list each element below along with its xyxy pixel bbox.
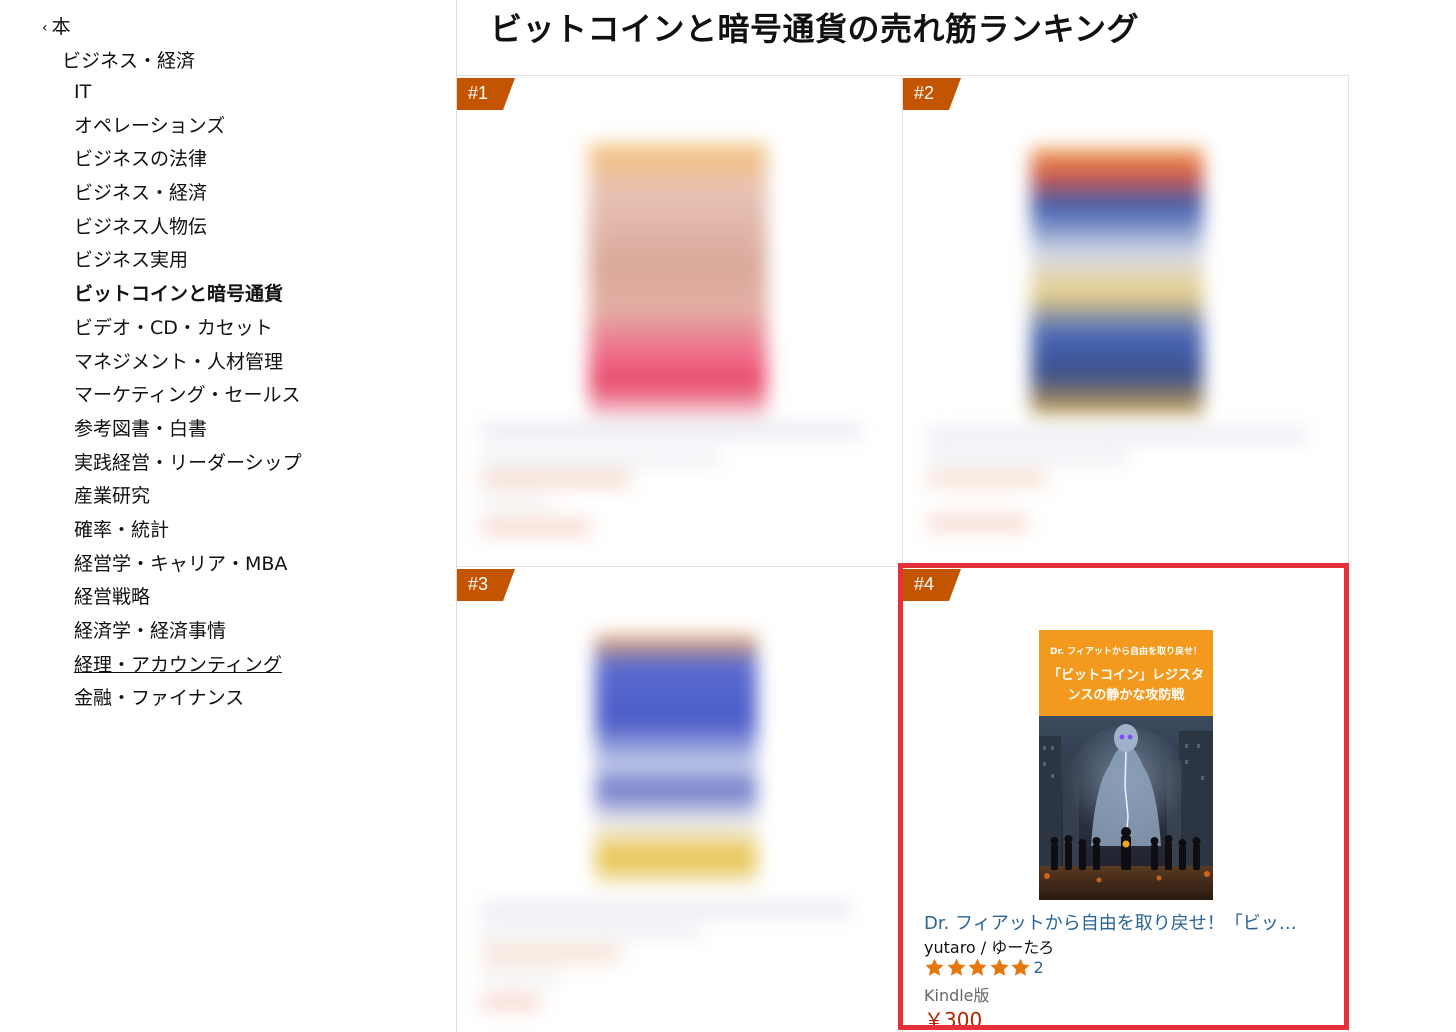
category-item[interactable]: ビジネスの法律 [74,147,302,181]
category-item[interactable]: 経営学・キャリア・MBA [74,552,302,586]
page-title: ビットコインと暗号通貨の売れ筋ランキング [490,10,1140,48]
highlight-frame [898,563,1349,1030]
back-link-label: 本 [51,16,71,38]
rank-label: #2 [914,83,935,103]
category-item[interactable]: ビジネス・経済 [74,181,302,215]
category-item[interactable]: オペレーションズ [74,114,302,148]
category-item[interactable]: 経済学・経済事情 [74,619,302,653]
category-item[interactable]: 経営戦略 [74,585,302,619]
category-item[interactable]: 産業研究 [74,484,302,518]
category-item[interactable]: マーケティング・セールス [74,383,302,417]
rank-badge: #2 [903,78,961,110]
category-list: IT オペレーションズ ビジネスの法律 ビジネス・経済 ビジネス人物伝 ビジネス… [74,80,302,720]
rank-label: #1 [468,83,489,103]
rank-badge: #3 [457,569,515,601]
rank-badge: #1 [457,78,515,110]
category-item-hovered[interactable]: 経理・アカウンティング [74,653,302,687]
category-item[interactable]: ビジネス実用 [74,248,302,282]
category-item[interactable]: IT [74,80,302,114]
parent-category-link[interactable]: ビジネス・経済 [62,46,195,73]
category-item[interactable]: 参考図書・白書 [74,417,302,451]
product-card[interactable]: #3 [457,566,903,1032]
rank-label: #3 [468,574,489,594]
chevron-left-icon: ‹ [42,20,48,36]
category-item[interactable]: ビデオ・CD・カセット [74,316,302,350]
category-sidebar: ‹ 本 ビジネス・経済 IT オペレーションズ ビジネスの法律 ビジネス・経済 ビ… [0,0,456,1032]
blurred-product [457,567,902,1032]
category-item[interactable]: 実践経営・リーダーシップ [74,451,302,485]
blurred-product [903,76,1348,566]
product-card[interactable]: #2 [903,75,1349,566]
category-item[interactable]: 確率・統計 [74,518,302,552]
category-item-current: ビットコインと暗号通貨 [74,283,284,306]
back-to-books-link[interactable]: ‹ 本 [42,12,71,39]
category-item[interactable]: ビジネス人物伝 [74,215,302,249]
category-item[interactable]: マネジメント・人材管理 [74,350,302,384]
product-card[interactable]: #1 [457,75,903,566]
category-item[interactable]: 金融・ファイナンス [74,686,302,720]
blurred-product [457,76,902,566]
